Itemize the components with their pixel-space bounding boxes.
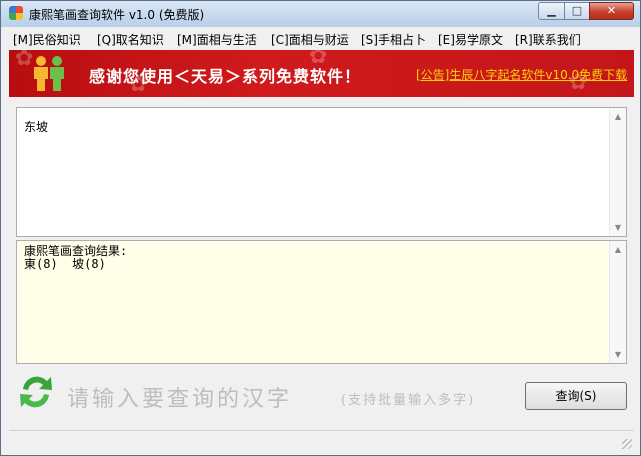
announcement-link[interactable]: [公告]生辰八字起名软件v10.0免费下载 [416, 66, 627, 83]
result-textarea[interactable]: 康熙笔画查询结果: 東(8) 坡(8) ▲ ▼ [16, 240, 627, 364]
input-textarea[interactable]: 东坡 ▲ ▼ [16, 107, 627, 237]
close-button[interactable]: ✕ [589, 2, 634, 20]
status-bar [9, 430, 634, 451]
minimize-button[interactable]: ▁ [538, 2, 565, 20]
menu-bar: [M]民俗知识 [Q]取名知识 [M]面相与生活 [C]面相与财运 [S]手相占… [9, 28, 634, 50]
refresh-icon[interactable] [15, 371, 57, 413]
input-prompt-note: (支持批量输入多字) [341, 393, 476, 408]
scroll-up-icon[interactable]: ▲ [610, 245, 626, 254]
window-title: 康熙笔画查询软件 v1.0 (免费版) [29, 8, 205, 22]
input-scrollbar[interactable]: ▲ ▼ [609, 108, 626, 236]
menu-contact-us[interactable]: [R]联系我们 [515, 31, 581, 48]
couple-logo-icon [34, 56, 64, 91]
result-value: 康熙笔画查询结果: 東(8) 坡(8) [24, 244, 128, 271]
banner-slogan: 感谢您使用＜天易＞系列免费软件！ [89, 67, 362, 86]
input-prompt: 请输入要查询的汉字 [67, 387, 293, 412]
menu-face-life[interactable]: [M]面相与生活 [177, 31, 257, 48]
scroll-up-icon[interactable]: ▲ [610, 112, 626, 121]
input-value: 东坡 [24, 120, 49, 134]
banner: ✿ ✿ ✿ ✿ 感谢您使用＜天易＞系列免费软件！ [公告]生辰八字起名软件v10… [9, 50, 634, 97]
result-scrollbar[interactable]: ▲ ▼ [609, 241, 626, 363]
menu-folk-knowledge[interactable]: [M]民俗知识 [13, 31, 81, 48]
maximize-button[interactable]: □ [564, 2, 590, 20]
menu-face-wealth[interactable]: [C]面相与财运 [271, 31, 349, 48]
app-window: 康熙笔画查询软件 v1.0 (免费版) ▁ □ ✕ [M]民俗知识 [Q]取名知… [0, 0, 641, 456]
menu-naming-knowledge[interactable]: [Q]取名知识 [97, 31, 164, 48]
resize-grip-icon[interactable] [622, 439, 632, 449]
query-button[interactable]: 查询(S) [525, 382, 627, 410]
scroll-down-icon[interactable]: ▼ [610, 350, 626, 359]
menu-classics[interactable]: [E]易学原文 [438, 31, 503, 48]
scroll-down-icon[interactable]: ▼ [610, 223, 626, 232]
menu-palmistry[interactable]: [S]手相占卜 [361, 31, 426, 48]
title-bar[interactable]: 康熙笔画查询软件 v1.0 (免费版) ▁ □ ✕ [1, 1, 640, 27]
app-icon [9, 6, 23, 20]
